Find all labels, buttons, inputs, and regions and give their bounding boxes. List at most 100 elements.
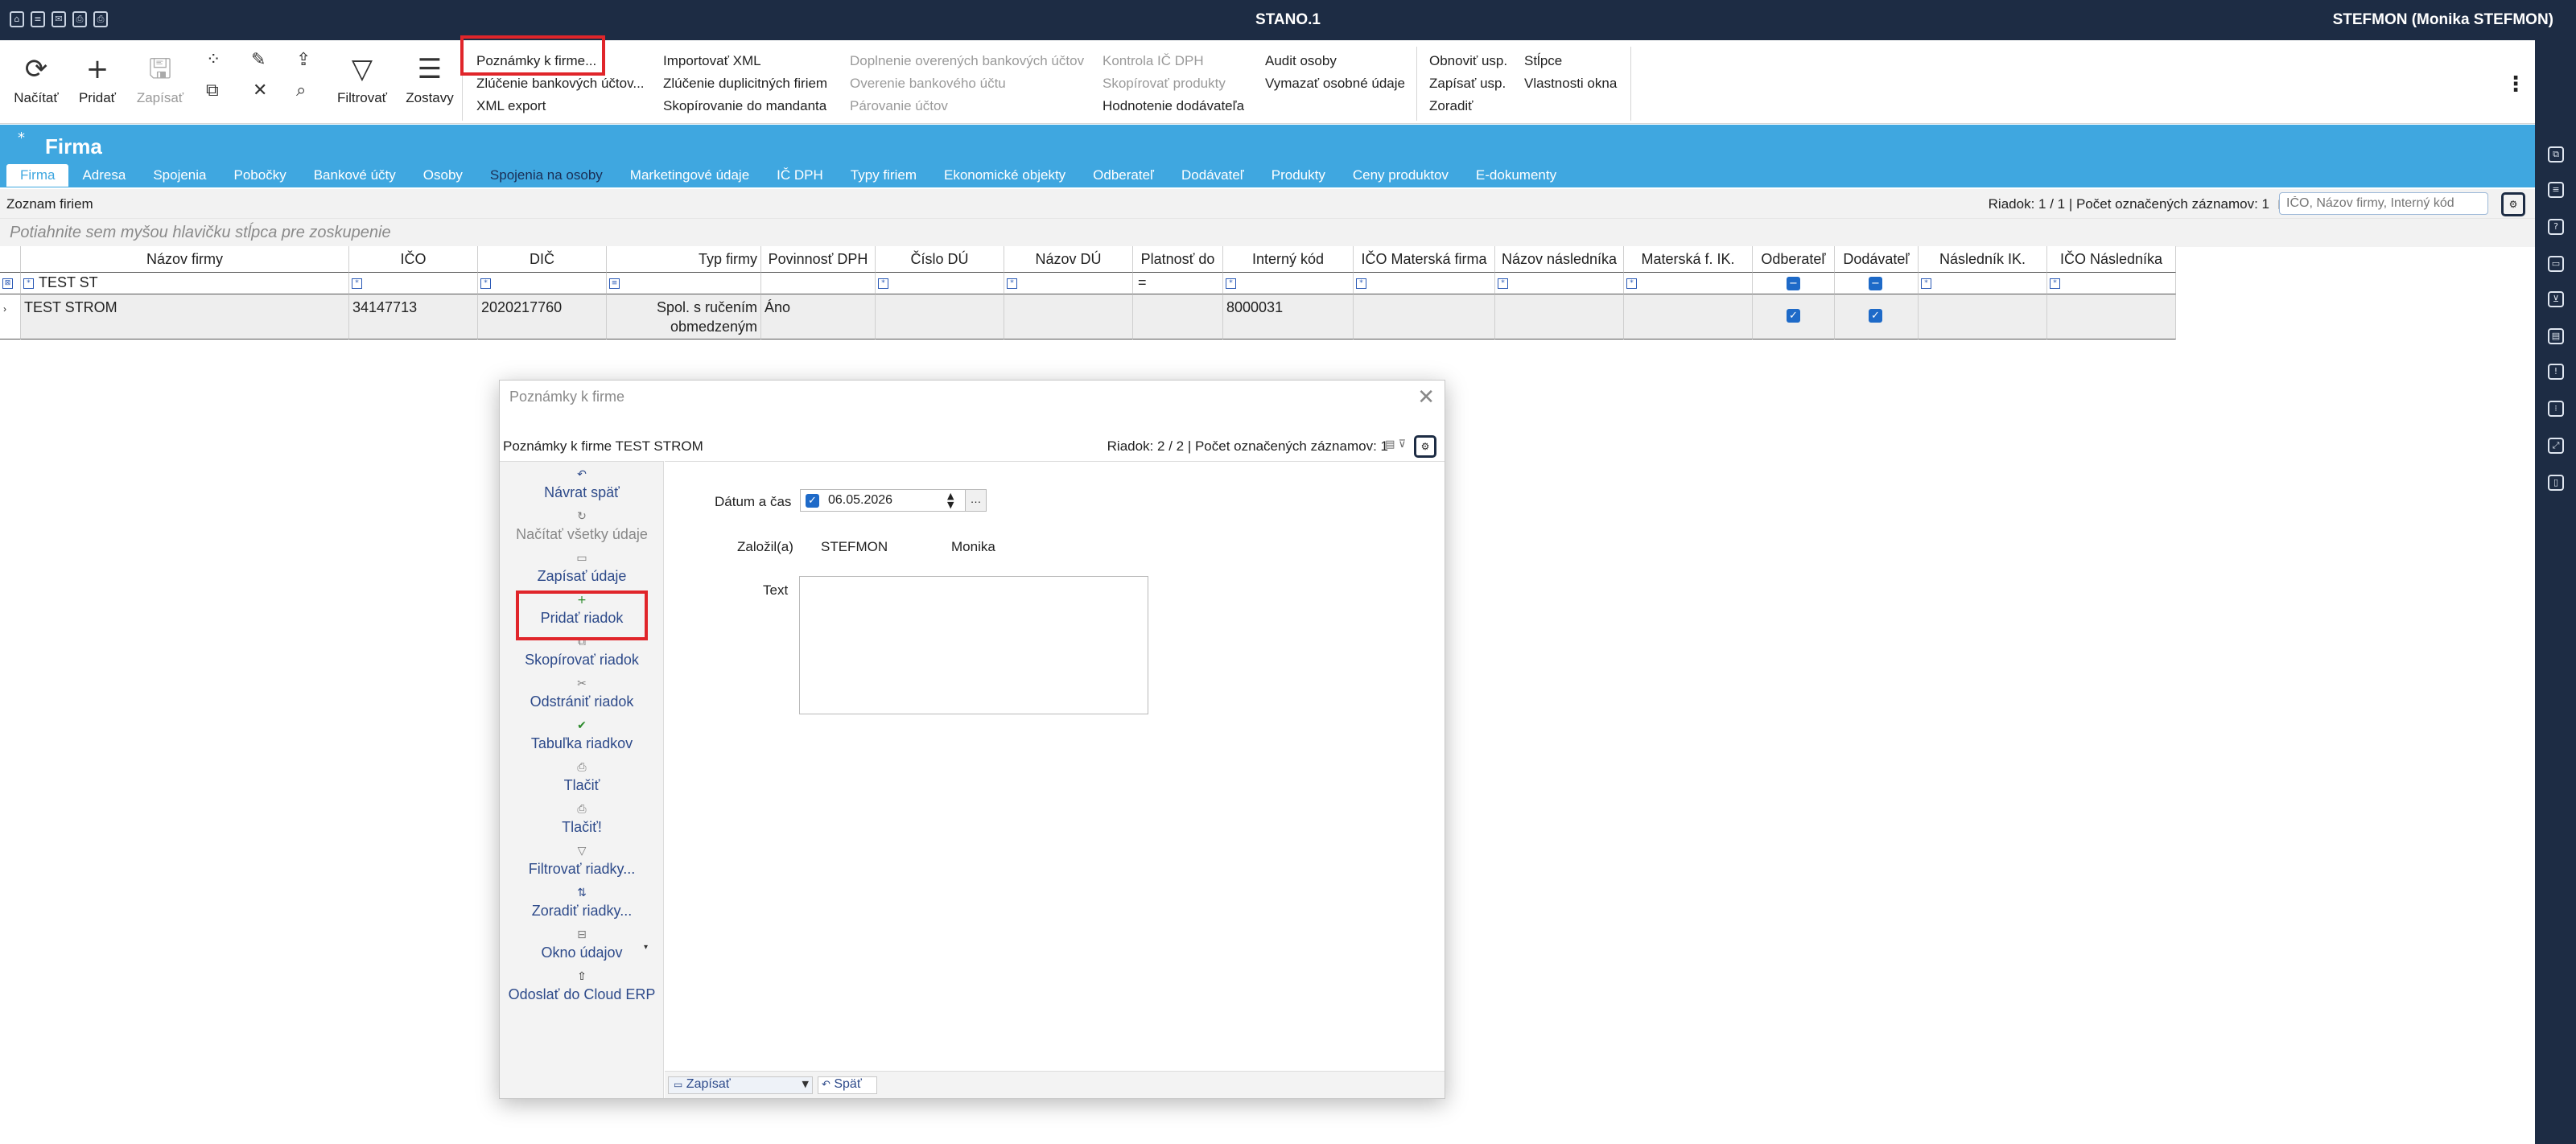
filter-operator-icon[interactable]: * <box>1626 278 1637 289</box>
filter-cell[interactable]: = <box>1133 272 1223 294</box>
row-indicator[interactable]: › <box>0 294 21 339</box>
menu-merge-duplicates[interactable]: Zlúčenie duplicitných firiem <box>663 72 827 95</box>
column-header[interactable]: IČO Materská firma <box>1354 246 1495 272</box>
tab-bankove-ucty[interactable]: Bankové účty <box>300 164 410 187</box>
menu-sort[interactable]: Zoradiť <box>1429 95 1507 117</box>
filter-cell[interactable]: * <box>1004 272 1133 294</box>
link-icon[interactable]: ⧉ <box>2548 146 2564 163</box>
cell-platnost[interactable] <box>1133 294 1223 339</box>
filter-cell[interactable]: * <box>876 272 1004 294</box>
column-header[interactable]: Následník IK. <box>1919 246 2047 272</box>
filter-clear-icon[interactable]: ⊠ <box>2 278 13 289</box>
tab-ic-dph[interactable]: IČ DPH <box>763 164 837 187</box>
help-icon[interactable]: ? <box>2548 219 2564 235</box>
dialog-settings-icon[interactable]: ⚙ <box>1414 435 1436 458</box>
cell-nazov[interactable]: TEST STROM <box>21 294 349 339</box>
menu-window-properties[interactable]: Vlastnosti okna <box>1524 72 1617 95</box>
odberatel-checkbox[interactable]: ✓ <box>1787 309 1800 323</box>
reports-button[interactable]: ☰ Zostavy <box>402 53 457 106</box>
filter-operator-icon[interactable]: ≡ <box>609 278 620 289</box>
filter-name-value[interactable]: TEST ST <box>39 274 98 291</box>
filter-cell[interactable]: * <box>2047 272 2176 294</box>
cell-cislo-du[interactable] <box>876 294 1004 339</box>
filter-operator-icon[interactable]: * <box>352 278 362 289</box>
dialog-filter-icon[interactable]: ▤ ⊽ <box>1385 438 1406 451</box>
action-data-window[interactable]: ⊟ Okno údajov ▾ <box>500 928 664 961</box>
footer-undo-button[interactable]: ↶ Späť <box>818 1076 877 1094</box>
action-print-direct[interactable]: ⎙ Tlačiť! <box>500 803 664 836</box>
tab-dodavatel[interactable]: Dodávateľ <box>1168 164 1258 187</box>
tab-pobocky[interactable]: Pobočky <box>221 164 300 187</box>
filter-operator-icon[interactable]: * <box>1226 278 1236 289</box>
column-header[interactable]: Interný kód <box>1223 246 1354 272</box>
menu-merge-bank-accounts[interactable]: Zlúčenie bankových účtov... <box>476 72 645 95</box>
save-button[interactable]: 🖫 Zapísať <box>134 53 187 106</box>
menu-import-xml[interactable]: Importovať XML <box>663 50 827 72</box>
filter-operator-icon[interactable]: * <box>1921 278 1931 289</box>
export-icon[interactable]: ⇪ <box>296 50 311 70</box>
filter-cell[interactable]: * <box>1354 272 1495 294</box>
filter-cell[interactable]: * <box>1223 272 1354 294</box>
filter-dodavatel-checkbox[interactable]: − <box>1869 277 1882 290</box>
cell-dic[interactable]: 2020217760 <box>478 294 607 339</box>
dodavatel-checkbox[interactable]: ✓ <box>1869 309 1882 323</box>
cell-ico-naslednika[interactable] <box>2047 294 2176 339</box>
datetime-value[interactable]: 06.05.2026 <box>828 493 892 508</box>
menu-verified-accounts[interactable]: Doplnenie overených bankových účtov <box>850 50 1084 72</box>
list-icon[interactable]: ⁝ <box>2548 401 2564 417</box>
tab-firma[interactable]: Firma <box>6 164 69 187</box>
close-icon[interactable]: ✕ <box>1417 385 1435 409</box>
inbox-icon[interactable]: ▤ <box>2548 328 2564 344</box>
close-icon[interactable]: ✕ <box>253 80 267 101</box>
cell-naslednik-ik[interactable] <box>1919 294 2047 339</box>
cell-materska-ik[interactable] <box>1624 294 1753 339</box>
filter-odberatel-checkbox[interactable]: − <box>1787 277 1800 290</box>
column-header[interactable]: IČO <box>349 246 478 272</box>
refresh-button[interactable]: ⟳ Načítať <box>11 53 61 106</box>
filter-cell[interactable]: * <box>1624 272 1753 294</box>
filter-operator-icon[interactable]: * <box>1356 278 1366 289</box>
menu-copy-products[interactable]: Skopírovať produkty <box>1103 72 1244 95</box>
document-icon[interactable]: ≡ <box>2548 182 2564 198</box>
clipboard-icon[interactable]: ▯ <box>2548 475 2564 491</box>
filter-cell[interactable]: * <box>1495 272 1624 294</box>
duplicate-icon[interactable]: ⧉ <box>206 80 219 101</box>
expand-icon[interactable]: ⤢ <box>2548 438 2564 454</box>
cell-ico-materska[interactable] <box>1354 294 1495 339</box>
tab-adresa[interactable]: Adresa <box>68 164 139 187</box>
column-header[interactable]: Názov firmy <box>21 246 349 272</box>
group-hint[interactable]: Potiahnite sem myšou hlavičku stĺpca pre… <box>0 218 2535 247</box>
favorite-star-icon[interactable]: * <box>18 130 25 146</box>
filter-cell[interactable]: − <box>1753 272 1835 294</box>
action-rows-table[interactable]: ✔ Tabuľka riadkov <box>500 719 664 752</box>
column-header[interactable]: Povinnosť DPH <box>761 246 876 272</box>
filter-cell[interactable] <box>761 272 876 294</box>
filter-operator-icon[interactable]: * <box>23 278 34 289</box>
more-options-icon[interactable]: ⋮ <box>2505 72 2526 97</box>
menu-delete-personal-data[interactable]: Vymazať osobné údaje <box>1265 72 1405 95</box>
footer-save-button[interactable]: ▭ Zapísať ▼ <box>668 1076 813 1094</box>
tab-spojenia-na-osoby[interactable]: Spojenia na osoby <box>476 164 616 187</box>
column-header[interactable]: Názov následníka <box>1495 246 1624 272</box>
action-sort-rows[interactable]: ⇅ Zoradiť riadky... <box>500 887 664 920</box>
tab-marketingove-udaje[interactable]: Marketingové údaje <box>616 164 763 187</box>
column-header[interactable]: Platnosť do <box>1133 246 1223 272</box>
menu-save-settings[interactable]: Zapísať usp. <box>1429 72 1507 95</box>
cell-typ[interactable]: Spol. s ručením obmedzeným <box>607 294 761 339</box>
filter-button[interactable]: ▽ Filtrovať <box>332 53 393 106</box>
filter-operator-icon[interactable]: * <box>1498 278 1508 289</box>
search-input[interactable] <box>2279 192 2488 215</box>
tab-produkty[interactable]: Produkty <box>1258 164 1339 187</box>
filter-clear-cell[interactable]: ⊠ <box>0 272 21 294</box>
filter-cell[interactable]: * TEST ST <box>21 272 349 294</box>
tab-e-dokumenty[interactable]: E-dokumenty <box>1462 164 1570 187</box>
action-undo[interactable]: ↶ Návrat späť <box>500 468 664 501</box>
cell-nazov-naslednika[interactable] <box>1495 294 1624 339</box>
datetime-field[interactable]: ✓ 06.05.2026 ▲ ▼ … <box>800 489 987 512</box>
add-button[interactable]: + Pridať <box>74 53 121 106</box>
action-filter-rows[interactable]: ▽ Filtrovať riadky... <box>500 845 664 878</box>
tab-osoby[interactable]: Osoby <box>410 164 476 187</box>
action-copy-row[interactable]: ⧉ Skopírovať riadok <box>500 636 664 669</box>
menu-supplier-rating[interactable]: Hodnotenie dodávateľa <box>1103 95 1244 117</box>
menu-pair-accounts[interactable]: Párovanie účtov <box>850 95 1084 117</box>
